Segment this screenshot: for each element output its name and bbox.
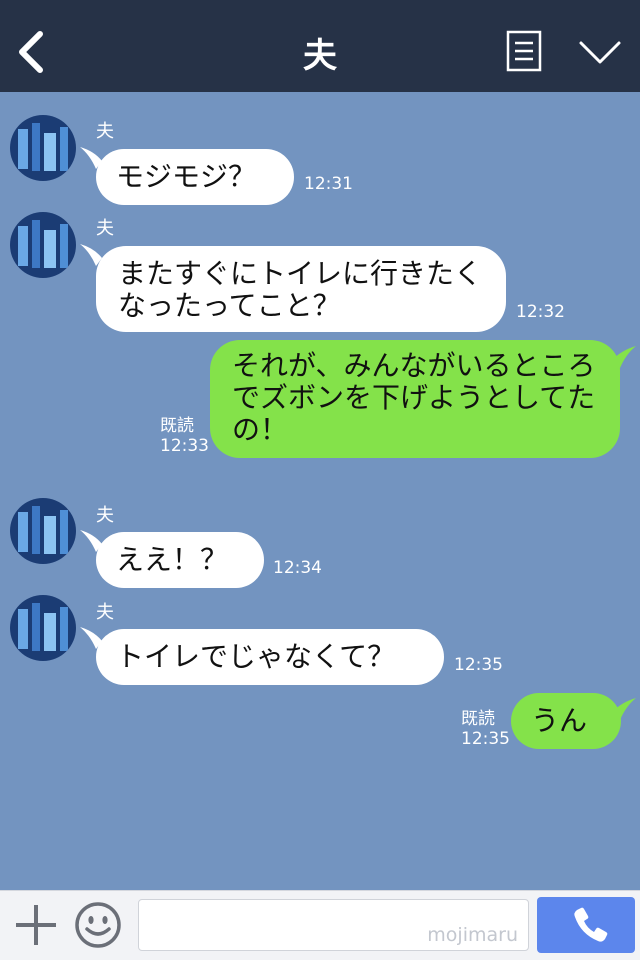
read-receipt: 既読 12:33 (160, 416, 209, 456)
avatar[interactable] (10, 595, 76, 661)
read-label: 既読 (160, 416, 194, 436)
chevron-down-icon[interactable] (578, 38, 622, 68)
sender-name: 夫 (96, 218, 114, 239)
chat-area[interactable]: 夫 モジモジ？ 12:31 夫 またすぐにトイレに行きたくなったってこと？ 12… (0, 92, 640, 890)
message-composer: mojimaru (0, 890, 640, 960)
message-bubble[interactable]: トイレでじゃなくて？ (96, 629, 444, 685)
plus-icon[interactable] (14, 903, 58, 947)
message-time: 12:35 (454, 655, 503, 675)
read-label: 既読 (461, 709, 495, 729)
message-bubble[interactable]: うん (511, 693, 621, 749)
back-chevron-icon[interactable] (14, 30, 48, 74)
message-bubble[interactable]: ええ！？ (96, 532, 264, 588)
bubble-tail (612, 698, 636, 720)
phone-icon (574, 907, 608, 942)
chat-header: 夫 (0, 0, 640, 92)
message-input-box[interactable]: mojimaru (138, 899, 529, 951)
message-bubble[interactable]: モジモジ？ (96, 149, 294, 205)
sender-name: 夫 (96, 602, 114, 623)
avatar[interactable] (10, 115, 76, 181)
call-button[interactable] (537, 897, 635, 953)
message-time: 12:35 (461, 729, 510, 749)
chat-title: 夫 (303, 36, 337, 76)
message-bubble[interactable]: それが、みんながいるところでズボンを下げようとしてたの！ (210, 340, 620, 458)
bubble-tail (612, 346, 636, 368)
sender-name: 夫 (96, 505, 114, 526)
message-time: 12:34 (273, 558, 322, 578)
watermark: mojimaru (427, 924, 518, 946)
read-receipt: 既読 12:35 (461, 709, 510, 749)
message-time: 12:31 (304, 174, 353, 194)
menu-list-icon[interactable] (506, 30, 542, 72)
sender-name: 夫 (96, 121, 114, 142)
smile-icon[interactable] (74, 901, 122, 949)
avatar[interactable] (10, 212, 76, 278)
message-time: 12:32 (516, 302, 565, 322)
message-time: 12:33 (160, 436, 209, 456)
message-bubble[interactable]: またすぐにトイレに行きたくなったってこと？ (96, 246, 506, 332)
avatar[interactable] (10, 498, 76, 564)
